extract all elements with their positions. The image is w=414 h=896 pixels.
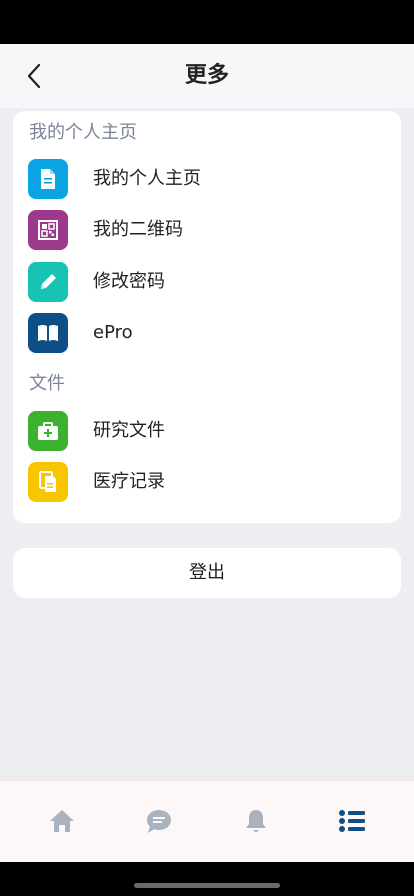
menu-item-change-password[interactable]: 修改密码	[13, 258, 401, 306]
bell-icon	[246, 810, 266, 832]
book-icon	[28, 313, 68, 353]
menu-card: 我的个人主页 我的个人主页 我的二维码 修改密码 ePro 文件 研究文件 医疗…	[13, 111, 401, 523]
logout-button[interactable]: 登出	[13, 548, 401, 598]
home-indicator-area	[0, 862, 414, 896]
tab-bar	[0, 780, 414, 862]
qr-code-icon	[28, 210, 68, 250]
document-icon	[28, 159, 68, 199]
documents-icon	[28, 462, 68, 502]
home-icon	[50, 810, 74, 832]
menu-item-label: 医疗记录	[93, 471, 165, 492]
tab-notifications[interactable]	[236, 805, 276, 837]
menu-item-label: 修改密码	[93, 271, 165, 292]
menu-item-study-documents[interactable]: 研究文件	[13, 407, 401, 455]
menu-item-label: 研究文件	[93, 420, 165, 441]
medical-kit-icon	[28, 411, 68, 451]
menu-item-my-profile[interactable]: 我的个人主页	[13, 155, 401, 203]
tab-messages[interactable]	[139, 805, 179, 837]
status-bar	[0, 0, 414, 44]
list-icon	[339, 810, 365, 832]
menu-item-label: 我的二维码	[93, 219, 183, 240]
menu-item-label: 我的个人主页	[93, 168, 201, 189]
menu-item-label: ePro	[93, 322, 133, 343]
home-indicator[interactable]	[134, 883, 280, 888]
menu-item-epro[interactable]: ePro	[13, 309, 401, 357]
menu-item-medical-records[interactable]: 医疗记录	[13, 458, 401, 506]
section-header-profile: 我的个人主页	[29, 122, 137, 143]
page-title: 更多	[184, 63, 229, 88]
section-header-files: 文件	[29, 373, 65, 394]
chat-icon	[147, 810, 171, 833]
tab-home[interactable]	[42, 805, 82, 837]
menu-item-qr-code[interactable]: 我的二维码	[13, 206, 401, 254]
pencil-icon	[28, 262, 68, 302]
tab-more[interactable]	[332, 805, 372, 837]
navigation-bar: 更多	[0, 44, 414, 108]
